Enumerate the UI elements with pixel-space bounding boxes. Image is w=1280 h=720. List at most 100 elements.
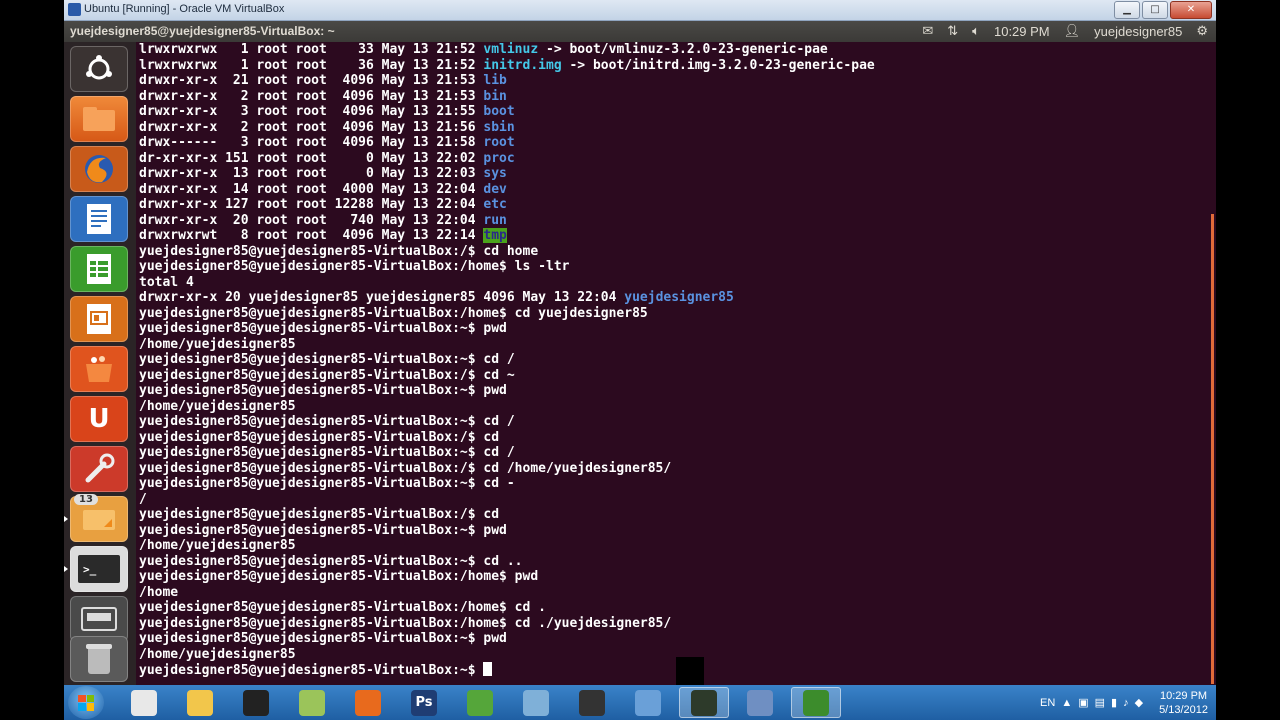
- libreoffice-impress-icon[interactable]: [70, 296, 128, 342]
- tray-app-icon[interactable]: ▣: [1078, 696, 1088, 709]
- tray-network-icon[interactable]: ▤: [1095, 696, 1105, 709]
- signal-bars-icon[interactable]: ▮: [1111, 696, 1117, 709]
- line-text: drwxr-xr-x 20 yuejdesigner85 yuejdesigne…: [139, 290, 625, 305]
- terminal-output[interactable]: lrwxrwxrwx 1 root root 33 May 13 21:52 v…: [136, 42, 1216, 685]
- power-icon[interactable]: ◆: [1135, 696, 1143, 709]
- taskbar-time: 10:29 PM: [1159, 689, 1208, 702]
- file-name: tmp: [483, 228, 507, 243]
- terminal-line: /home/yuejdesigner85: [139, 337, 875, 353]
- terminal-scrollbar[interactable]: [1211, 214, 1214, 684]
- windows-logo-icon: [78, 694, 94, 711]
- running-indicator: [64, 566, 68, 572]
- terminal-line: /home: [139, 585, 875, 601]
- user-icon[interactable]: 👤︎: [1064, 23, 1081, 39]
- system-settings-icon[interactable]: [70, 446, 128, 492]
- volume-icon[interactable]: 🔈︎: [972, 23, 980, 39]
- virtualbox-icon: [747, 689, 773, 716]
- terminal-line: /home/yuejdesigner85: [139, 399, 875, 415]
- terminal-line: total 4: [139, 275, 875, 291]
- libreoffice-writer-icon[interactable]: [70, 196, 128, 242]
- taskbar-app-button[interactable]: [623, 687, 673, 718]
- line-text: yuejdesigner85@yuejdesigner85-VirtualBox…: [139, 321, 507, 336]
- terminal-line: yuejdesigner85@yuejdesigner85-VirtualBox…: [139, 600, 875, 616]
- terminal-line: yuejdesigner85@yuejdesigner85-VirtualBox…: [139, 321, 875, 337]
- terminal-window-title: yuejdesigner85@yuejdesigner85-VirtualBox…: [70, 24, 335, 38]
- terminal-line: /home/yuejdesigner85: [139, 538, 875, 554]
- file-name: dev: [483, 181, 507, 197]
- close-button[interactable]: ✕: [1170, 1, 1212, 19]
- user-name[interactable]: yuejdesigner85: [1094, 24, 1182, 39]
- svg-text:>_: >_: [83, 563, 97, 576]
- line-text: /: [139, 491, 147, 507]
- taskbar-app-button[interactable]: [119, 687, 169, 718]
- taskbar-app-button[interactable]: [175, 687, 225, 718]
- terminal-line: drwxr-xr-x 127 root root 12288 May 13 22…: [139, 197, 875, 213]
- taskbar-app-button[interactable]: [455, 687, 505, 718]
- show-hidden-icons-icon[interactable]: ▲: [1061, 697, 1072, 709]
- windows-start-button[interactable]: [68, 686, 104, 719]
- taskbar-app-button[interactable]: Ps: [399, 687, 449, 718]
- running-indicator: [64, 516, 68, 522]
- power-gear-icon[interactable]: ⚙: [1196, 23, 1208, 39]
- taskbar-app-button[interactable]: [567, 687, 617, 718]
- app-label: Ps: [415, 695, 433, 710]
- taskbar-app-button[interactable]: [791, 687, 841, 718]
- terminal-line: yuejdesigner85@yuejdesigner85-VirtualBox…: [139, 352, 875, 368]
- terminal-line: yuejdesigner85@yuejdesigner85-VirtualBox…: [139, 368, 875, 384]
- photoshop-icon: Ps: [411, 689, 437, 716]
- line-text: dr-xr-xr-x 151 root root 0 May 13 22:02: [139, 150, 484, 166]
- windows-taskbar: Ps EN ▲ ▣ ▤ ▮ ♪ ◆ 10:29 PM 5/13/2012: [64, 685, 1216, 720]
- taskbar-app-button[interactable]: [735, 687, 785, 718]
- taskbar-app-button[interactable]: [343, 687, 393, 718]
- terminal-line: /home/yuejdesigner85: [139, 647, 875, 663]
- line-text: yuejdesigner85@yuejdesigner85-VirtualBox…: [139, 522, 507, 538]
- speaker-icon[interactable]: ♪: [1123, 697, 1129, 709]
- system-tray: EN ▲ ▣ ▤ ▮ ♪ ◆ 10:29 PM 5/13/2012: [1040, 685, 1208, 720]
- terminal-app-icon: [691, 689, 717, 716]
- line-text: yuejdesigner85@yuejdesigner85-VirtualBox…: [139, 305, 648, 321]
- explorer-folder-icon: [187, 689, 213, 716]
- taskbar-app-button[interactable]: [511, 687, 561, 718]
- trash-icon[interactable]: [70, 636, 128, 682]
- libreoffice-calc-icon[interactable]: [70, 246, 128, 292]
- terminal-line: drwxr-xr-x 3 root root 4096 May 13 21:55…: [139, 104, 875, 120]
- file-name: sys: [483, 166, 507, 181]
- terminal-line: yuejdesigner85@yuejdesigner85-VirtualBox…: [139, 476, 875, 492]
- terminal-line: drwxr-xr-x 21 root root 4096 May 13 21:5…: [139, 73, 875, 89]
- language-indicator[interactable]: EN: [1040, 697, 1055, 709]
- mail-icon[interactable]: ✉: [922, 23, 933, 39]
- workspaces-icon[interactable]: 13: [70, 494, 128, 542]
- line-text: yuejdesigner85@yuejdesigner85-VirtualBox…: [139, 553, 523, 569]
- file-name: proc: [483, 150, 515, 166]
- terminal-line: drwx------ 3 root root 4096 May 13 21:58…: [139, 135, 875, 151]
- taskbar-app-button[interactable]: [231, 687, 281, 718]
- taskbar-clock[interactable]: 10:29 PM 5/13/2012: [1159, 689, 1208, 717]
- file-name: bin: [483, 88, 507, 104]
- terminal-line: dr-xr-xr-x 151 root root 0 May 13 22:02 …: [139, 151, 875, 167]
- ubuntu-logo-icon[interactable]: [70, 46, 128, 92]
- terminal-line: drwxr-xr-x 20 root root 740 May 13 22:04…: [139, 213, 875, 229]
- window-controls: ▁ □ ✕: [1114, 1, 1212, 19]
- line-text: yuejdesigner85@yuejdesigner85-VirtualBox…: [139, 631, 507, 646]
- terminal-icon[interactable]: >_: [70, 546, 128, 592]
- indicator-area: ✉ ⇅ 🔈︎ 10:29 PM 👤︎ yuejdesigner85 ⚙: [922, 23, 1208, 39]
- terminal-line: yuejdesigner85@yuejdesigner85-VirtualBox…: [139, 445, 875, 461]
- software-center-icon[interactable]: [70, 346, 128, 392]
- firefox-icon[interactable]: [70, 146, 128, 192]
- line-text: drwxr-xr-x 13 root root 0 May 13 22:03: [139, 166, 484, 181]
- home-folder-icon[interactable]: [70, 96, 128, 142]
- maximize-button[interactable]: □: [1142, 1, 1168, 19]
- taskbar-app-button[interactable]: [679, 687, 729, 718]
- line-text: drwxr-xr-x 3 root root 4096 May 13 21:55: [139, 104, 484, 119]
- taskbar-app-button[interactable]: [287, 687, 337, 718]
- line-text: yuejdesigner85@yuejdesigner85-VirtualBox…: [139, 445, 515, 460]
- line-text: yuejdesigner85@yuejdesigner85-VirtualBox…: [139, 615, 672, 631]
- minimize-button[interactable]: ▁: [1114, 1, 1140, 19]
- file-name: vmlinuz: [483, 42, 539, 57]
- clock[interactable]: 10:29 PM: [994, 24, 1050, 39]
- virtualbox-titlebar: Ubuntu [Running] - Oracle VM VirtualBox …: [64, 0, 1216, 21]
- network-arrows-icon[interactable]: ⇅: [947, 23, 958, 39]
- line-text: drwxr-xr-x 20 root root 740 May 13 22:04: [139, 212, 484, 228]
- terminal-line: yuejdesigner85@yuejdesigner85-VirtualBox…: [139, 523, 875, 539]
- ubuntu-one-icon[interactable]: U: [70, 396, 128, 442]
